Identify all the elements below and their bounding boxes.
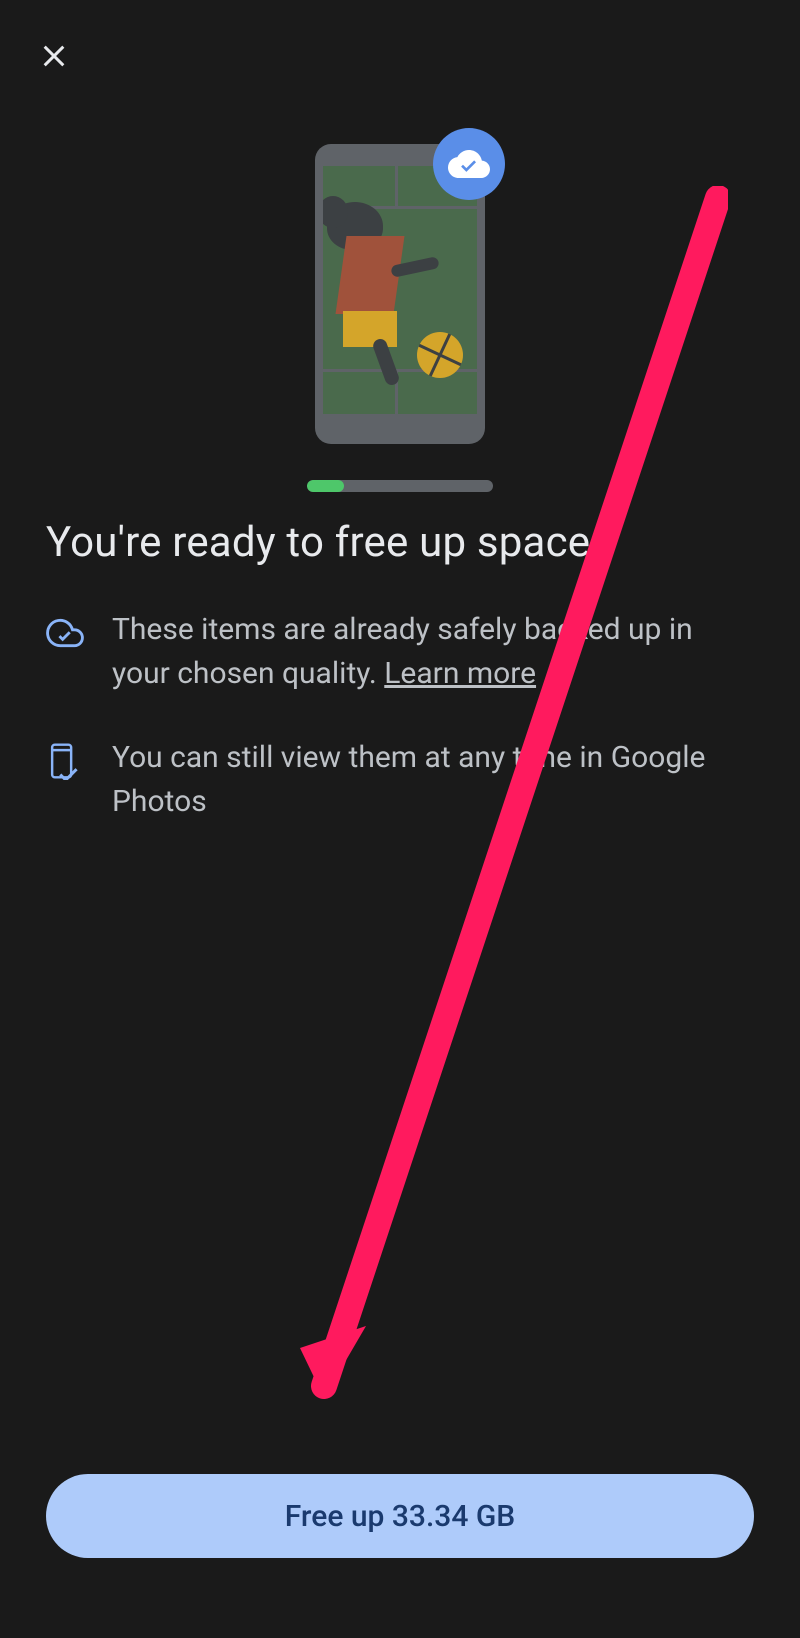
phone-screen-illustration bbox=[323, 166, 477, 414]
info-backup-row: These items are already safely backed up… bbox=[46, 608, 754, 697]
info-view-row: You can still view them at any time in G… bbox=[46, 736, 754, 825]
info-backup-text: These items are already safely backed up… bbox=[112, 608, 754, 697]
learn-more-link[interactable]: Learn more bbox=[384, 656, 536, 691]
info-view-text: You can still view them at any time in G… bbox=[112, 736, 754, 825]
phone-check-icon bbox=[46, 742, 84, 780]
cloud-check-badge bbox=[433, 128, 505, 200]
close-button[interactable] bbox=[36, 38, 72, 74]
cloud-check-icon bbox=[448, 143, 490, 185]
phone-frame bbox=[315, 144, 485, 444]
close-icon bbox=[38, 40, 70, 72]
storage-progress-bar bbox=[307, 480, 493, 492]
illustration-free-up-space bbox=[300, 144, 500, 474]
storage-progress-fill bbox=[307, 480, 344, 492]
page-title: You're ready to free up space bbox=[46, 518, 754, 567]
free-up-button[interactable]: Free up 33.34 GB bbox=[46, 1474, 754, 1558]
cloud-done-icon bbox=[46, 614, 84, 652]
free-up-button-label: Free up 33.34 GB bbox=[285, 1499, 515, 1534]
